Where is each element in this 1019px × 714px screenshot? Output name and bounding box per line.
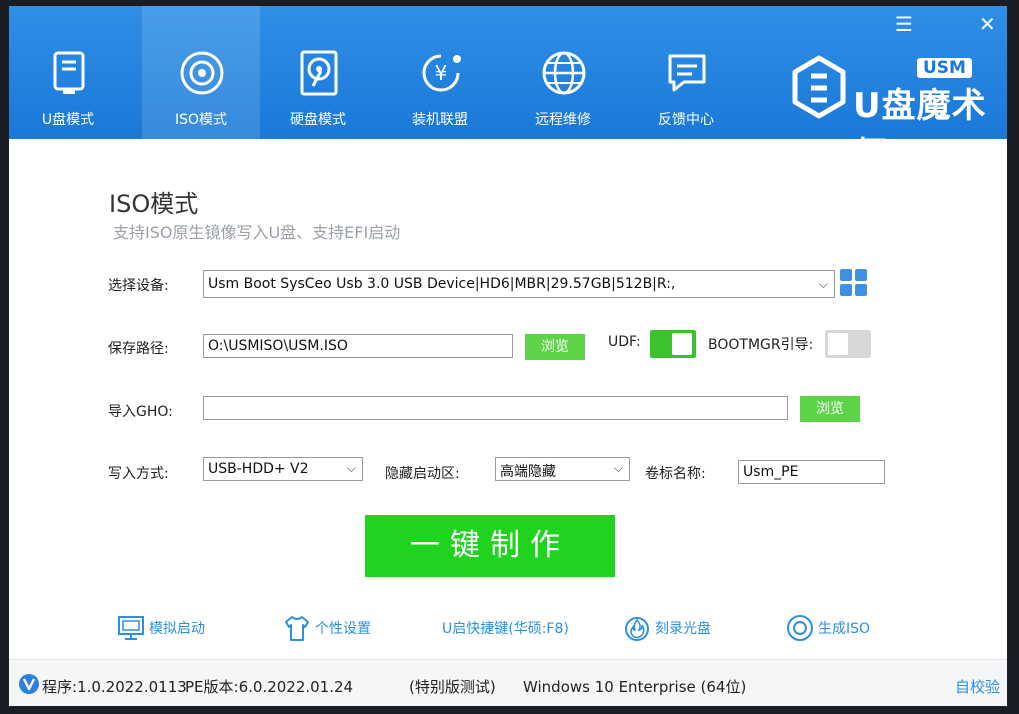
personal-settings-button[interactable]: 个性设置: [283, 614, 371, 644]
version-icon: [19, 674, 39, 694]
globe-icon: [542, 51, 586, 95]
disc-icon: [180, 51, 224, 95]
device-label: 选择设备:: [108, 278, 169, 294]
bootmgr-label: BOOTMGR引导:: [708, 337, 814, 353]
tool-label: 生成ISO: [818, 621, 871, 637]
tab-installer-alliance[interactable]: ¥ 装机联盟: [381, 6, 499, 139]
tool-label: 模拟启动: [149, 621, 205, 637]
burn-disc-button[interactable]: 刻录光盘: [623, 614, 711, 644]
disc-icon: [787, 615, 813, 641]
volume-name-input[interactable]: Usm_PE: [738, 460, 885, 484]
chevron-down-icon: ⌵: [818, 277, 828, 291]
toggle-knob: [828, 333, 848, 355]
tool-label: U启快捷键(华硕:F8): [442, 621, 569, 637]
gho-browse-button[interactable]: 浏览: [800, 396, 860, 422]
write-mode-select[interactable]: USB-HDD+ V2 ⌵: [203, 457, 363, 481]
simulate-boot-button[interactable]: 模拟启动: [117, 614, 205, 644]
tab-usb-mode[interactable]: U盘模式: [9, 6, 127, 139]
tab-label: 装机联盟: [412, 112, 468, 128]
tab-label: 远程维修: [535, 112, 591, 128]
boot-hotkey-link[interactable]: U启快捷键(华硕:F8): [442, 614, 569, 644]
save-browse-button[interactable]: 浏览: [525, 334, 585, 360]
write-mode-value: USB-HDD+ V2: [208, 461, 309, 477]
chevron-down-icon: ⌵: [346, 461, 356, 475]
status-bar: 程序:1.0.2022.0113 PE版本:6.0.2022.01.24 (特别…: [9, 659, 1007, 706]
device-refresh-icon[interactable]: [839, 268, 869, 298]
hard-disk-icon: [300, 50, 338, 96]
one-click-make-button[interactable]: 一键制作: [365, 515, 615, 577]
pe-version: PE版本:6.0.2022.01.24: [185, 678, 354, 696]
volume-label: 卷标名称:: [645, 466, 706, 482]
close-button[interactable]: ✕: [979, 14, 996, 34]
menu-button[interactable]: ☰: [895, 14, 913, 34]
svg-text:¥: ¥: [435, 61, 448, 85]
hidden-boot-label: 隐藏启动区:: [385, 466, 460, 482]
usm-logo: U盘魔术师 USM: [789, 54, 989, 175]
tab-iso-mode[interactable]: ISO模式: [142, 6, 260, 139]
write-mode-label: 写入方式:: [108, 466, 169, 482]
tab-label: 反馈中心: [658, 112, 714, 128]
gho-label: 导入GHO:: [108, 404, 173, 420]
top-navigation-bar: U盘模式 ISO模式 硬盘模式 ¥ 装机联盟 远程维修 反馈中心 ☰ ✕ U盘魔…: [9, 6, 1007, 175]
generate-iso-button[interactable]: 生成ISO: [786, 614, 870, 644]
hidden-boot-select[interactable]: 高端隐藏 ⌵: [495, 457, 630, 481]
udf-label: UDF:: [608, 334, 641, 350]
main-content: ISO模式 支持ISO原生镜像写入U盘、支持EFI启动 选择设备: Usm Bo…: [9, 139, 1007, 659]
monitor-icon: [118, 616, 144, 640]
page-title: ISO模式: [109, 190, 199, 218]
save-path-label: 保存路径:: [108, 341, 169, 357]
bootmgr-toggle[interactable]: [825, 330, 871, 358]
chevron-down-icon: ⌵: [613, 461, 623, 475]
edition-label: (特别版测试): [409, 678, 496, 696]
toggle-knob: [672, 333, 692, 355]
yen-coin-icon: ¥: [422, 54, 461, 92]
device-select[interactable]: Usm Boot SysCeo Usb 3.0 USB Device|HD6|M…: [203, 270, 835, 298]
app-window: U盘模式 ISO模式 硬盘模式 ¥ 装机联盟 远程维修 反馈中心 ☰ ✕ U盘魔…: [9, 6, 1007, 706]
usm-logo-icon: [792, 55, 846, 119]
shirt-icon: [285, 616, 309, 641]
os-info: Windows 10 Enterprise (64位): [523, 678, 747, 696]
chat-icon: [668, 54, 706, 92]
udf-toggle[interactable]: [650, 330, 696, 358]
tab-hard-disk-mode[interactable]: 硬盘模式: [259, 6, 377, 139]
tab-remote-repair[interactable]: 远程维修: [504, 6, 622, 139]
usb-drive-icon: [53, 51, 85, 94]
tab-label: ISO模式: [174, 112, 228, 128]
logo-badge: USM: [917, 58, 972, 78]
program-version: 程序:1.0.2022.0113: [42, 678, 187, 696]
tab-label: U盘模式: [41, 112, 95, 128]
tool-label: 个性设置: [315, 621, 371, 637]
tab-feedback-center[interactable]: 反馈中心: [627, 6, 745, 139]
device-value: Usm Boot SysCeo Usb 3.0 USB Device|HD6|M…: [208, 276, 676, 292]
save-path-input[interactable]: O:\USMISO\USM.ISO: [203, 334, 513, 358]
page-subtitle: 支持ISO原生镜像写入U盘、支持EFI启动: [113, 223, 401, 242]
tool-label: 刻录光盘: [655, 621, 711, 637]
burn-disc-icon: [625, 617, 649, 641]
gho-path-input[interactable]: [203, 396, 788, 420]
hidden-boot-value: 高端隐藏: [500, 464, 556, 480]
tab-label: 硬盘模式: [290, 112, 346, 128]
self-check-link[interactable]: 自校验: [955, 676, 1000, 697]
